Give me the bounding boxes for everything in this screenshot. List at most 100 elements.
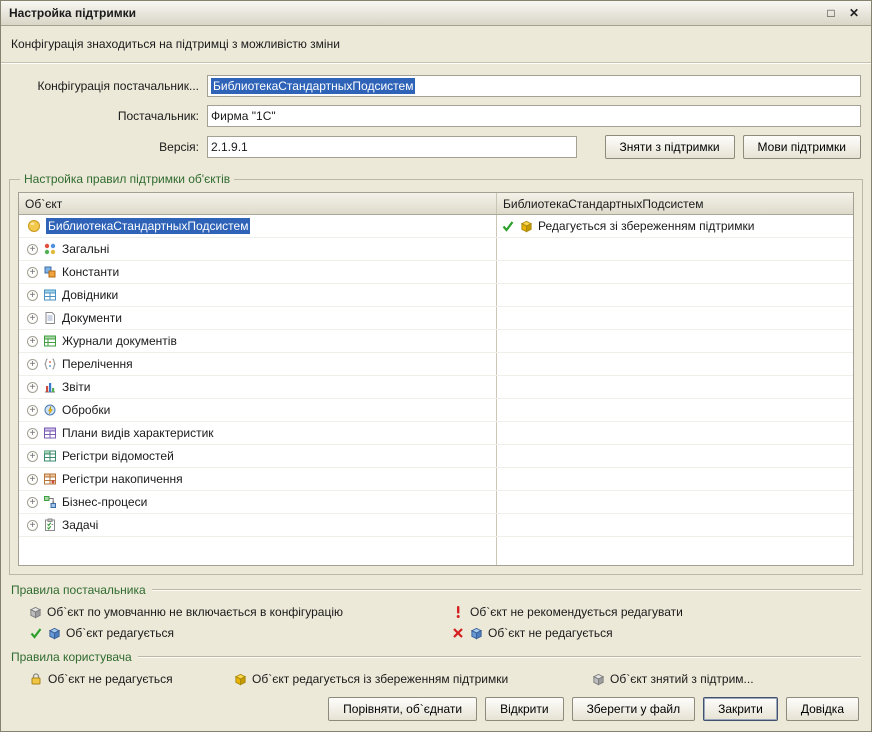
reports-icon [45,383,55,393]
tree-row-label: Задачі [62,518,99,532]
check-icon [502,221,514,232]
expand-icon[interactable]: + [27,473,38,485]
tree-row-label: Перелічення [62,357,133,371]
expand-icon[interactable]: + [27,335,38,347]
constants-icon [44,266,56,278]
tree-row[interactable]: + Плани видів характеристик [19,422,853,445]
vendor-config-input[interactable]: БиблиотекаСтандартныхПодсистем [207,75,861,97]
general-icon [44,243,56,255]
vendor-config-value: БиблиотекаСтандартныхПодсистем [211,78,416,94]
object-rules-groupbox: Настройка правил підтримки об'єктів Об`є… [9,172,863,575]
close-button[interactable]: Закрити [703,697,778,721]
enumerations-icon [44,358,56,370]
gray-cube-icon [29,606,42,618]
tree-row[interactable]: + Довідники [19,284,853,307]
legend-item-default-not-included: Об`єкт по умовчанню не включається в кон… [29,605,451,619]
version-label: Версія: [159,140,199,154]
open-button[interactable]: Відкрити [485,697,564,721]
tree-row[interactable]: + Обробки [19,399,853,422]
compare-merge-button[interactable]: Порівняти, об`єднати [328,697,478,721]
tree-row-label: Регістри накопичення [62,472,183,486]
object-rules-table[interactable]: Об`єкт БиблиотекаСтандартныхПодсистем Би… [18,192,854,566]
legend-item-user-editable-with-support: Об`єкт редагується із збереженням підтри… [234,672,592,686]
expand-icon[interactable]: + [27,243,38,255]
tree-row-label: Журнали документів [62,334,177,348]
expand-icon[interactable]: + [27,381,38,393]
tree-row[interactable]: + Регістри відомостей [19,445,853,468]
tree-row-label: Бізнес-процеси [62,495,148,509]
root-support-status: Редагується зі збереженням підтримки [538,219,755,233]
tree-row-label: Документи [62,311,122,325]
help-button[interactable]: Довідка [785,697,859,721]
tree-row-label: Плани видів характеристик [62,426,214,440]
expand-icon[interactable]: + [27,266,38,278]
table-header: Об`єкт БиблиотекаСтандартныхПодсистем [19,193,853,215]
provider-rules-title: Правила постачальника [11,583,146,597]
support-settings-dialog: Настройка підтримки □ ✕ Конфігурація зна… [0,0,872,732]
save-to-file-button[interactable]: Зберегти у файл [571,697,696,721]
tasks-icon [45,518,55,531]
tree-row-label: БиблиотекаСтандартныхПодсистем [46,218,251,234]
divider-line [137,656,861,658]
version-input[interactable]: 2.1.9.1 [207,136,577,158]
tree-row[interactable]: + Регістри накопичення [19,468,853,491]
legend-item-not-recommended: Об`єкт не рекомендується редагувати [451,605,863,619]
expand-icon[interactable]: + [27,312,38,324]
tree-row[interactable]: + Журнали документів [19,330,853,353]
document-journals-icon [44,335,56,347]
supplier-input[interactable]: Фирма "1С" [207,105,861,127]
tree-row[interactable]: + Документи [19,307,853,330]
expand-icon[interactable]: + [27,450,38,462]
documents-icon [45,312,55,324]
column-header-library[interactable]: БиблиотекаСтандартныхПодсистем [497,193,853,214]
information-registers-icon [44,450,56,462]
user-rules-section: Правила користувача [11,650,861,664]
tree-row[interactable]: + Константи [19,261,853,284]
expand-icon[interactable]: + [27,519,38,531]
tree-row[interactable]: + Задачі [19,514,853,537]
tree-row[interactable]: + Звіти [19,376,853,399]
expand-icon[interactable]: + [27,427,38,439]
tree-row-label: Обробки [62,403,111,417]
yellow-cube-icon [520,220,533,232]
data-processors-icon [44,404,56,416]
blue-cube-icon [470,627,483,639]
tree-row[interactable]: + Загальні [19,238,853,261]
expand-icon[interactable]: + [27,496,38,508]
legend-label: Об`єкт знятий з підтрим... [610,672,754,686]
legend-label: Об`єкт по умовчанню не включається в кон… [47,605,344,619]
yellow-cube-icon [234,673,247,685]
accumulation-registers-icon [44,473,56,485]
tree-row-label: Регістри відомостей [62,449,174,463]
legend-label: Об`єкт не редагується [488,626,613,640]
titlebar[interactable]: Настройка підтримки □ ✕ [1,1,871,26]
user-rules-title: Правила користувача [11,650,132,664]
legend-label: Об`єкт редагується [66,626,175,640]
remove-support-button[interactable]: Зняти з підтримки [604,135,735,159]
legend-label: Об`єкт не редагується [48,672,173,686]
expand-icon[interactable]: + [27,404,38,416]
column-header-object[interactable]: Об`єкт [19,193,497,214]
check-icon [30,628,42,639]
supplier-value: Фирма "1С" [211,109,276,123]
legend-item-user-removed-from-support: Об`єкт знятий з підтрим... [592,672,863,686]
business-processes-icon [44,496,56,508]
footer-button-bar: Порівняти, об`єднати Відкрити Зберегти у… [1,697,871,731]
close-icon[interactable]: ✕ [845,5,863,21]
tree-row-root[interactable]: БиблиотекаСтандартныхПодсистем Редагуєть… [19,215,853,238]
blue-cube-icon [48,627,61,639]
vendor-config-label: Конфігурація постачальник... [37,79,200,93]
support-languages-button[interactable]: Мови підтримки [742,135,861,159]
expand-icon[interactable]: + [27,289,38,301]
legend-item-not-editable: Об`єкт не редагується [451,626,863,640]
gray-cube-icon [592,673,605,685]
user-rules-legend: Об`єкт не редагується Об`єкт редагується… [1,664,871,688]
divider-line [151,589,861,591]
object-rules-group-title: Настройка правил підтримки об'єктів [20,172,235,186]
tree-row[interactable]: + Бізнес-процеси [19,491,853,514]
maximize-icon[interactable]: □ [822,5,840,21]
subsystem-library-icon [28,220,40,232]
expand-icon[interactable]: + [27,358,38,370]
tree-row[interactable]: + Перелічення [19,353,853,376]
table-empty-area[interactable] [19,537,853,565]
